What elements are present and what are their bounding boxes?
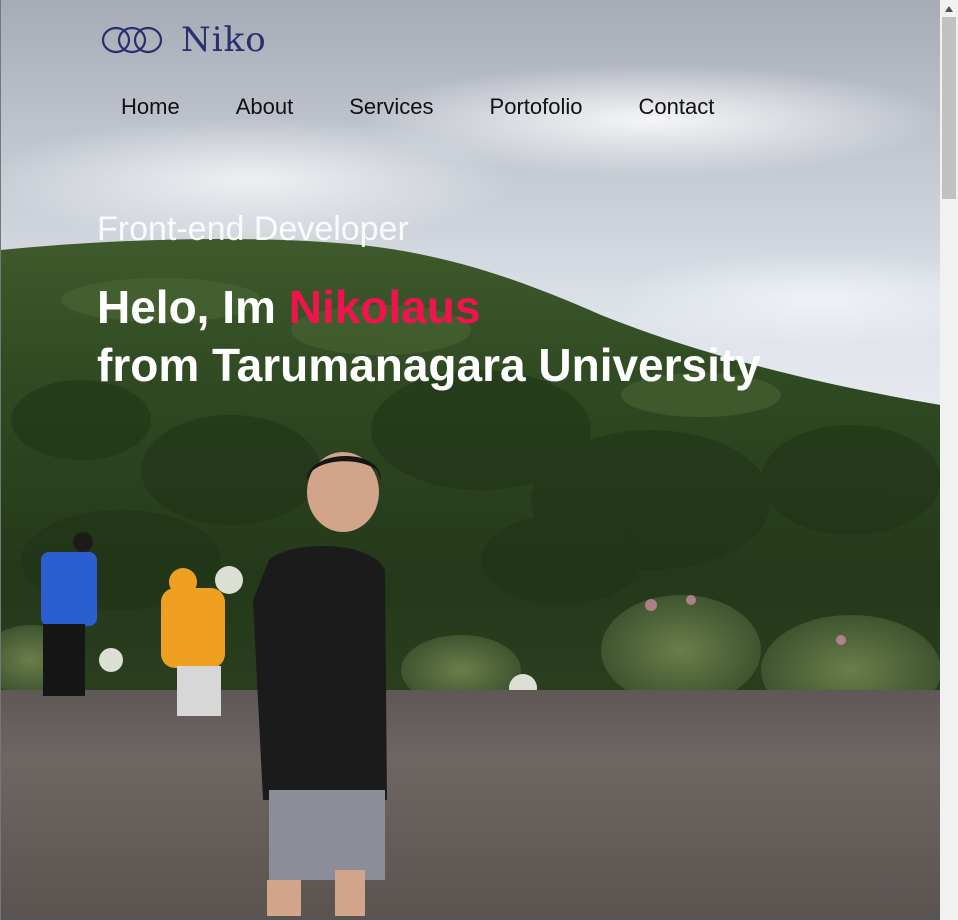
nav-services[interactable]: Services xyxy=(349,94,433,120)
hero-title: Helo, Im Nikolaus from Tarumanagara Univ… xyxy=(97,278,761,394)
nav-home[interactable]: Home xyxy=(121,94,180,120)
brand-name: Niko xyxy=(181,20,267,60)
bottom-edge xyxy=(1,916,940,920)
hero-greeting: Helo, Im xyxy=(97,281,289,333)
scrollbar-thumb[interactable] xyxy=(942,17,956,199)
vertical-scrollbar[interactable] xyxy=(940,0,958,920)
hero-name: Nikolaus xyxy=(288,281,481,333)
scroll-up-button[interactable] xyxy=(940,0,958,17)
main-navigation: Home About Services Portofolio Contact xyxy=(121,94,770,120)
nav-contact[interactable]: Contact xyxy=(639,94,715,120)
people-in-photo xyxy=(41,452,387,920)
page-viewport: Niko Home About Services Portofolio Cont… xyxy=(0,0,940,920)
hero-background-photo xyxy=(1,0,940,920)
nav-portofolio[interactable]: Portofolio xyxy=(490,94,583,120)
hero-line2: from Tarumanagara University xyxy=(97,339,761,391)
rings-logo-icon xyxy=(101,26,163,54)
nav-about[interactable]: About xyxy=(236,94,294,120)
triangle-up-icon xyxy=(945,5,953,12)
hero-subtitle: Front-end Developer xyxy=(97,210,409,248)
brand-logo[interactable]: Niko xyxy=(101,20,267,60)
